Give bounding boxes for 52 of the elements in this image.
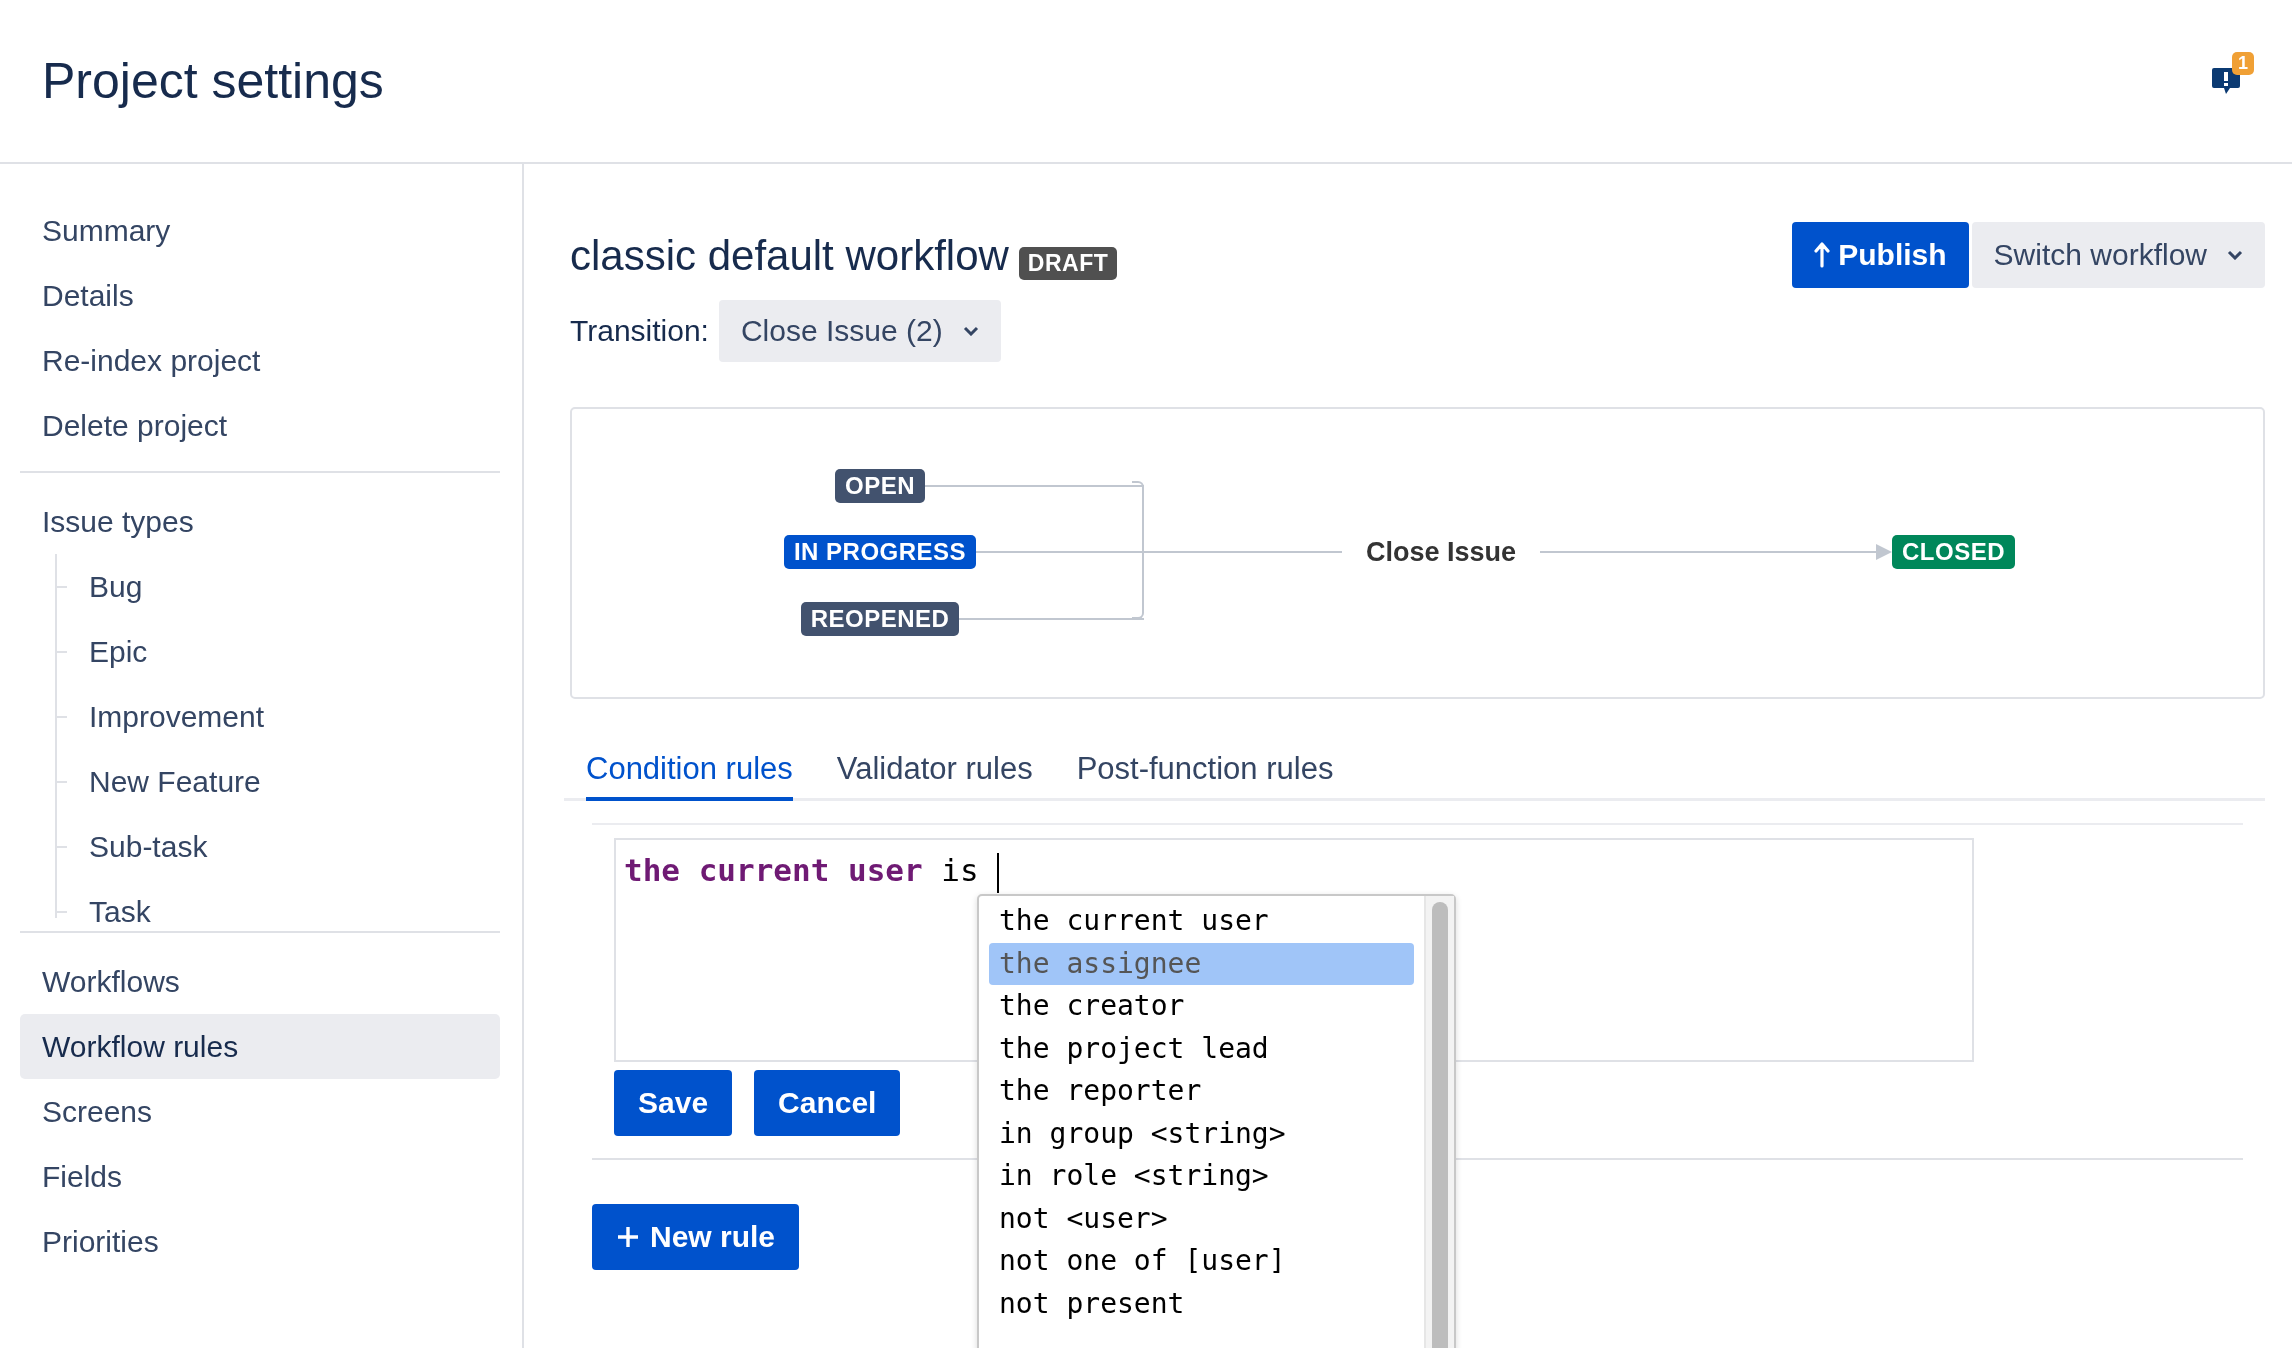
suggestion-item[interactable]: the reporter [989, 1070, 1414, 1113]
transition-name: Close Issue [1365, 536, 1518, 568]
rules-tab[interactable]: Post-function rules [1076, 751, 1334, 801]
sidebar-item[interactable]: Sub-task [67, 814, 500, 879]
save-button[interactable]: Save [614, 1070, 733, 1136]
rule-text: the current user is [624, 852, 979, 888]
suggestion-item[interactable]: in group <string> [989, 1112, 1414, 1155]
plus-icon [616, 1225, 640, 1249]
publish-button[interactable]: Publish [1792, 222, 1969, 288]
suggestion-item[interactable]: the project lead [989, 1027, 1414, 1070]
sidebar-item[interactable]: Workflow rules [20, 1014, 500, 1079]
sidebar-item[interactable]: Improvement [67, 684, 500, 749]
sidebar-item[interactable]: Priorities [20, 1209, 500, 1274]
sidebar-item[interactable]: Screens [20, 1079, 500, 1144]
status-lozenge: OPEN [835, 469, 925, 503]
workflow-title: classic default workflow [570, 232, 1009, 280]
sidebar-item[interactable]: Workflows [20, 949, 500, 1014]
suggestion-item[interactable]: the assignee [989, 942, 1414, 985]
transition-label: Transition: [570, 314, 709, 348]
chevron-down-icon [2227, 250, 2243, 260]
sidebar-item[interactable]: Issue types [20, 489, 500, 554]
transition-dropdown[interactable]: Close Issue (2) [718, 300, 1001, 362]
status-lozenge: DRAFT [1018, 247, 1118, 280]
sidebar-item[interactable]: Task [67, 879, 500, 944]
sidebar-item[interactable]: Re-index project [20, 328, 500, 393]
arrow-up-icon [1814, 242, 1831, 268]
sidebar-item[interactable]: Delete project [20, 393, 500, 458]
suggestion-item[interactable]: the creator [989, 985, 1414, 1028]
sidebar-item[interactable]: Bug [67, 554, 500, 619]
sidebar-item[interactable]: Epic [67, 619, 500, 684]
rules-tab[interactable]: Validator rules [836, 751, 1033, 801]
suggestion-item[interactable]: not <user> [989, 1197, 1414, 1240]
suggestion-item[interactable]: the current user [989, 900, 1414, 943]
suggestion-item[interactable]: not present [989, 1282, 1414, 1325]
suggestion-item[interactable]: in role <string> [989, 1155, 1414, 1198]
new-rule-button[interactable]: New rule [592, 1204, 800, 1270]
notification-badge: 1 [2232, 52, 2254, 75]
chevron-down-icon [962, 326, 979, 336]
sidebar-item[interactable]: New Feature [67, 749, 500, 814]
page-title: Project settings [42, 52, 384, 110]
status-lozenge: IN PROGRESS [783, 535, 977, 569]
text-cursor [996, 852, 999, 893]
status-lozenge: REOPENED [800, 602, 960, 636]
sidebar-item[interactable]: Summary [20, 198, 500, 263]
switch-workflow-button[interactable]: Switch workflow [1971, 222, 2265, 288]
status-lozenge: CLOSED [1892, 535, 2015, 569]
suggestion-item[interactable]: not one of [user] [989, 1240, 1414, 1283]
cancel-button[interactable]: Cancel [754, 1070, 901, 1136]
rules-tab[interactable]: Condition rules [586, 751, 793, 801]
sidebar-item[interactable]: Details [20, 263, 500, 328]
scrollbar[interactable] [1424, 896, 1454, 1348]
sidebar-item[interactable]: Fields [20, 1144, 500, 1209]
